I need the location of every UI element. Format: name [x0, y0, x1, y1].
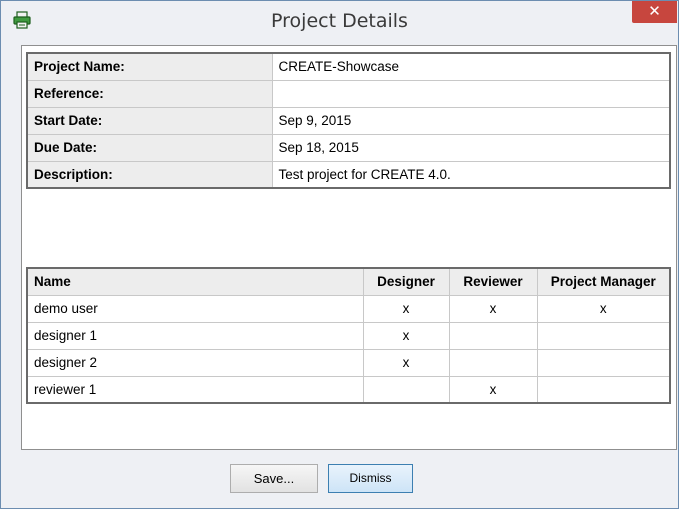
reviewer-cell[interactable]	[448, 321, 538, 350]
reviewer-cell[interactable]: x	[448, 294, 538, 323]
due-date-value[interactable]: Sep 18, 2015	[271, 133, 671, 162]
table-row: Description: Test project for CREATE 4.0…	[26, 160, 671, 189]
project-info-table: Project Name: CREATE-Showcase Reference:…	[26, 52, 671, 189]
project-manager-cell[interactable]	[536, 375, 671, 404]
project-details-window: Project Details ✕ Project Name: CREATE-S…	[0, 0, 679, 509]
table-row: Due Date: Sep 18, 2015	[26, 133, 671, 162]
project-manager-cell[interactable]	[536, 348, 671, 377]
member-name[interactable]: demo user	[26, 294, 364, 323]
designer-cell[interactable]: x	[362, 348, 450, 377]
window-title: Project Details	[271, 10, 408, 32]
member-name[interactable]: designer 1	[26, 321, 364, 350]
table-row[interactable]: designer 2 x	[26, 348, 671, 377]
table-row[interactable]: reviewer 1 x	[26, 375, 671, 404]
button-bar: Save... Dismiss	[1, 450, 678, 508]
project-manager-cell[interactable]	[536, 321, 671, 350]
table-row[interactable]: demo user x x x	[26, 294, 671, 323]
field-label: Due Date:	[26, 133, 273, 162]
table-row: Start Date: Sep 9, 2015	[26, 106, 671, 135]
title-bar[interactable]: Project Details ✕	[1, 1, 678, 45]
description-value[interactable]: Test project for CREATE 4.0.	[271, 160, 671, 189]
member-name[interactable]: reviewer 1	[26, 375, 364, 404]
table-row[interactable]: designer 1 x	[26, 321, 671, 350]
dismiss-button[interactable]: Dismiss	[328, 464, 413, 493]
column-header-name[interactable]: Name	[26, 267, 364, 296]
reviewer-cell[interactable]	[448, 348, 538, 377]
designer-cell[interactable]: x	[362, 321, 450, 350]
column-header-designer[interactable]: Designer	[362, 267, 450, 296]
field-label: Description:	[26, 160, 273, 189]
start-date-value[interactable]: Sep 9, 2015	[271, 106, 671, 135]
reviewer-cell[interactable]: x	[448, 375, 538, 404]
project-manager-cell[interactable]: x	[536, 294, 671, 323]
details-panel: Project Name: CREATE-Showcase Reference:…	[21, 45, 677, 450]
field-label: Project Name:	[26, 52, 273, 81]
project-name-value[interactable]: CREATE-Showcase	[271, 52, 671, 81]
reference-value[interactable]	[271, 79, 671, 108]
field-label: Start Date:	[26, 106, 273, 135]
member-name[interactable]: designer 2	[26, 348, 364, 377]
column-header-project-manager[interactable]: Project Manager	[536, 267, 671, 296]
table-row: Reference:	[26, 79, 671, 108]
table-header-row: Name Designer Reviewer Project Manager	[26, 267, 671, 296]
close-icon: ✕	[648, 3, 661, 20]
designer-cell[interactable]	[362, 375, 450, 404]
members-table: Name Designer Reviewer Project Manager d…	[26, 267, 671, 404]
save-button[interactable]: Save...	[230, 464, 318, 493]
close-button[interactable]: ✕	[632, 1, 677, 23]
column-header-reviewer[interactable]: Reviewer	[448, 267, 538, 296]
field-label: Reference:	[26, 79, 273, 108]
designer-cell[interactable]: x	[362, 294, 450, 323]
table-row: Project Name: CREATE-Showcase	[26, 52, 671, 81]
